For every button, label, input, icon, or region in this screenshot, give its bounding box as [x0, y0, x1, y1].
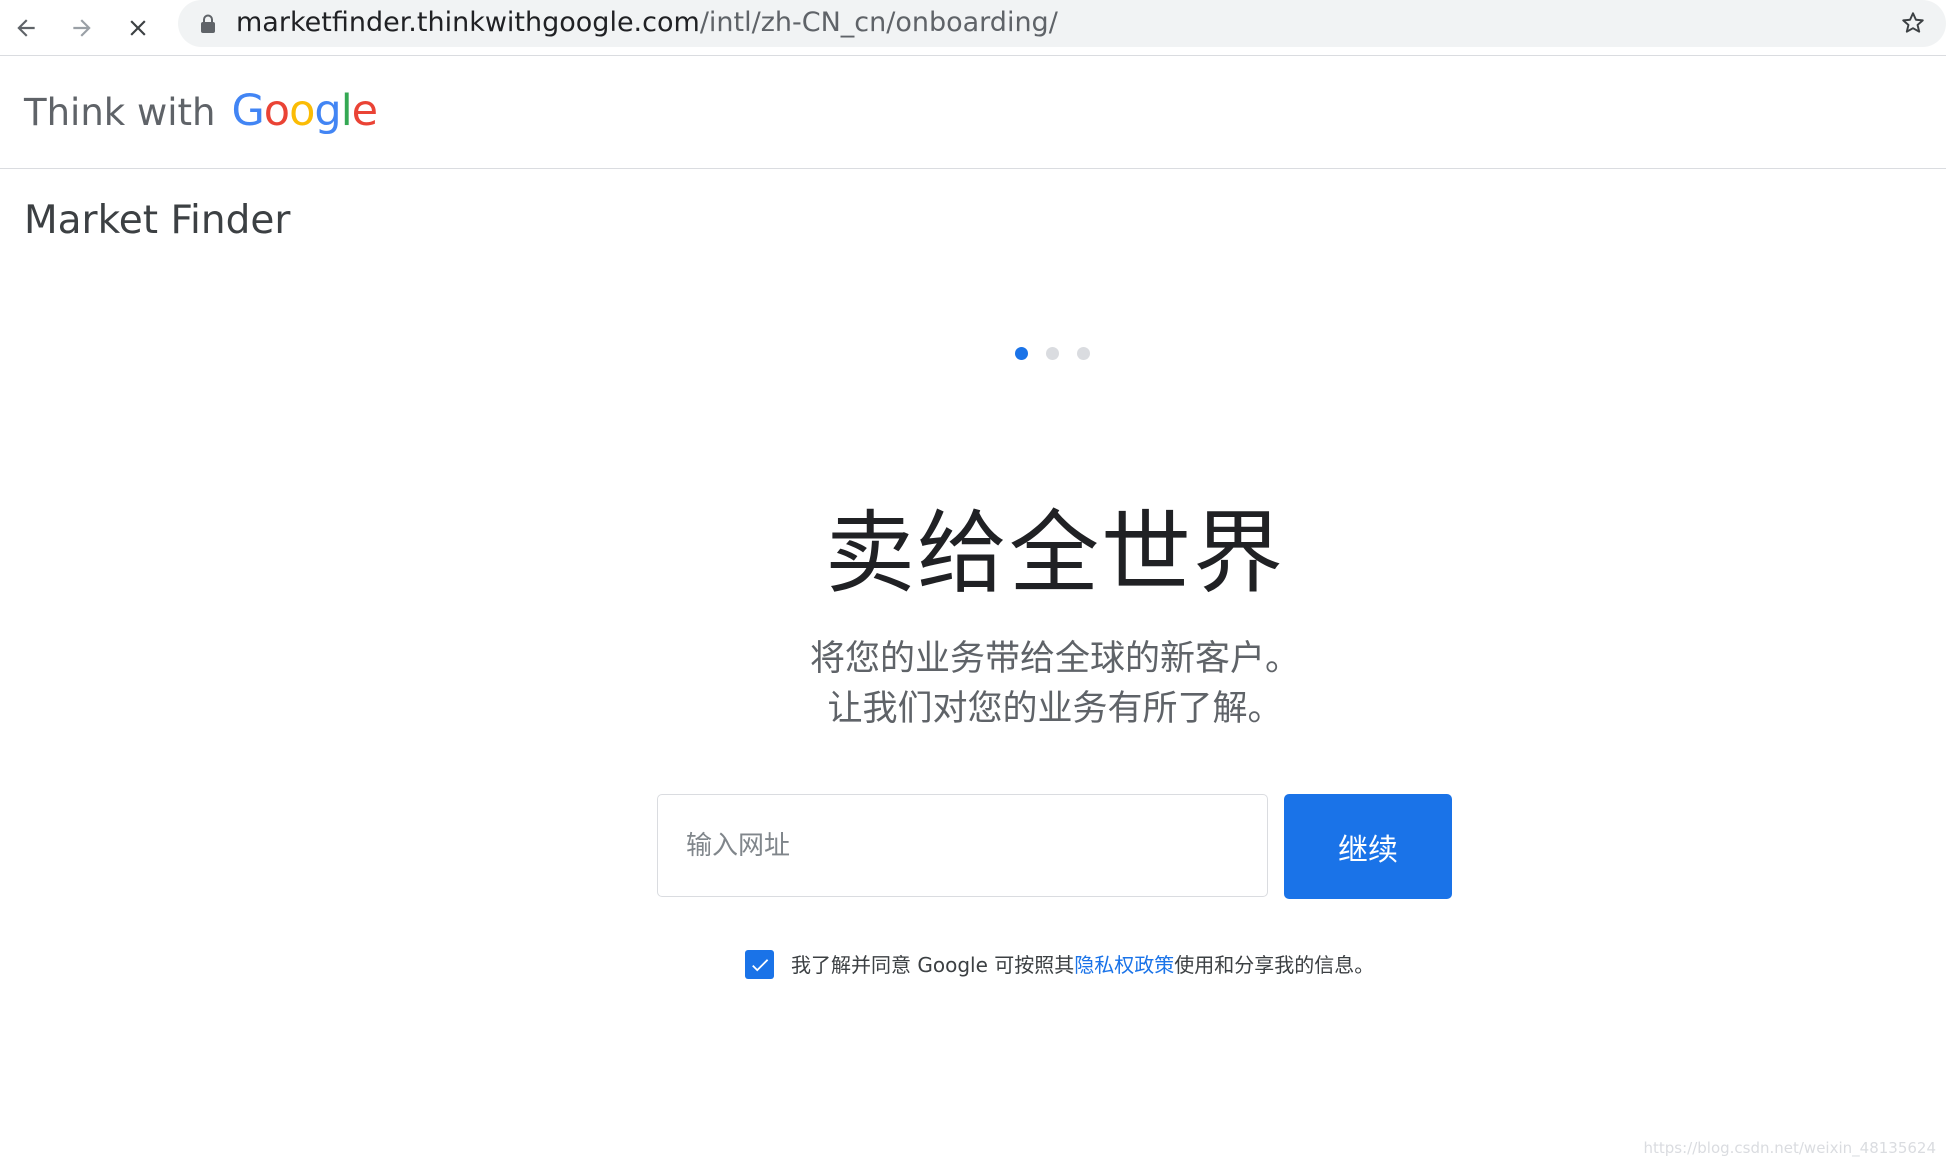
google-letter: g [314, 86, 341, 136]
bookmark-star-icon[interactable] [1900, 10, 1926, 36]
url-host: marketfinder.thinkwithgoogle.com [236, 7, 700, 38]
hero-subtitle-line2: 让我们对您的业务有所了解。 [827, 689, 1283, 729]
lock-icon [201, 14, 215, 33]
website-url-input[interactable] [657, 794, 1268, 897]
forward-arrow-icon [73, 19, 91, 37]
stop-loading-button[interactable] [116, 6, 160, 50]
site-header: Think with Google [0, 56, 1946, 169]
hero-title: 卖给全世界 [825, 501, 1285, 606]
checkmark-icon [751, 958, 768, 971]
google-letter: e [351, 86, 378, 136]
browser-toolbar: marketfinder.thinkwithgoogle.com/intl/zh… [0, 0, 1946, 56]
google-letter: o [263, 86, 290, 136]
product-title: Market Finder [24, 198, 291, 243]
hero-subtitle-line1: 将您的业务带给全球的新客户。 [809, 639, 1300, 679]
google-wordmark: Google [231, 86, 378, 136]
consent-text-after: 使用和分享我的信息。 [1174, 953, 1375, 977]
step-dot[interactable] [1046, 347, 1059, 360]
step-dot[interactable] [1015, 347, 1028, 360]
hero-subtitle: 将您的业务带给全球的新客户。 让我们对您的业务有所了解。 [0, 634, 1946, 734]
stop-loading-icon [130, 20, 146, 36]
url-text[interactable]: marketfinder.thinkwithgoogle.com/intl/zh… [236, 8, 1058, 38]
google-letter: G [231, 86, 264, 136]
url-path: /intl/zh-CN_cn/onboarding/ [699, 7, 1058, 38]
consent-text-before: 我了解并同意 Google 可按照其 [791, 953, 1075, 977]
step-indicator [1015, 347, 1090, 360]
consent-text: 我了解并同意 Google 可按照其隐私权政策使用和分享我的信息。 [791, 944, 1381, 986]
back-button[interactable] [4, 6, 48, 50]
step-dot[interactable] [1077, 347, 1090, 360]
continue-button[interactable]: 继续 [1284, 794, 1452, 899]
address-bar[interactable]: marketfinder.thinkwithgoogle.com/intl/zh… [178, 0, 1946, 47]
google-letter: o [289, 86, 315, 136]
privacy-policy-link[interactable]: 隐私权政策 [1074, 953, 1174, 977]
google-letter: l [340, 86, 353, 136]
back-arrow-icon [17, 19, 35, 37]
think-with-google-logo[interactable]: Think with Google [24, 86, 378, 141]
brand-prefix: Think with [24, 91, 216, 134]
forward-button[interactable] [60, 6, 104, 50]
watermark: https://blog.csdn.net/weixin_48135624 [1643, 1139, 1936, 1157]
consent-checkbox[interactable] [745, 950, 774, 979]
